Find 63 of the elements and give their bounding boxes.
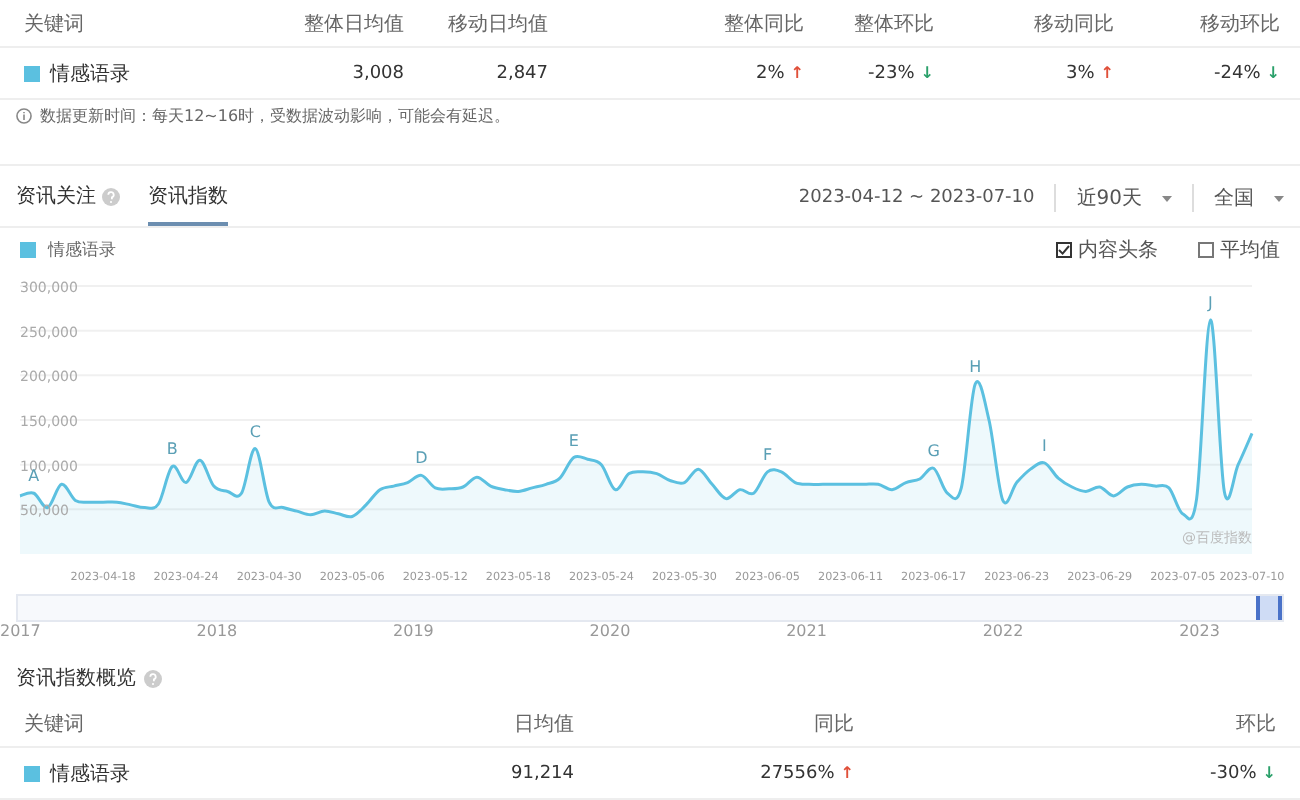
legend-label: 情感语录 — [48, 238, 116, 262]
year-label: 2022 — [982, 621, 1024, 644]
table-cell: -24% — [1214, 63, 1261, 83]
column-header: 关键词 — [24, 11, 86, 37]
trend-arrow: ↓ — [1266, 64, 1280, 82]
year-label: 2021 — [786, 621, 827, 644]
event-marker: H — [969, 358, 982, 377]
trend-arrow: ↓ — [920, 64, 934, 82]
table-cell: 3,008 — [352, 63, 404, 83]
column-header: 日均值 — [512, 711, 574, 737]
checkbox[interactable] — [1056, 241, 1072, 258]
column-header: 同比 — [812, 711, 854, 737]
event-marker: J — [1208, 294, 1213, 313]
dropdown[interactable]: 全国 — [1192, 184, 1284, 213]
column-header: 整体环比 — [852, 11, 934, 37]
checkbox-label[interactable]: 平均值 — [1220, 235, 1280, 264]
column-header: 移动同比 — [1032, 11, 1114, 37]
tab[interactable]: 资讯指数 — [148, 182, 228, 211]
event-marker: F — [762, 446, 773, 465]
event-marker: I — [1042, 437, 1047, 456]
table-cell: 27556% — [760, 763, 835, 783]
event-marker: G — [927, 442, 940, 461]
column-header: 整体日均值 — [304, 11, 404, 37]
keyword-label: 情感语录 — [50, 61, 130, 87]
trend-arrow: ↑ — [790, 64, 804, 82]
table-cell: 2,847 — [496, 63, 548, 83]
year-label: 2023 — [1179, 621, 1220, 644]
range-handle[interactable] — [1256, 596, 1282, 620]
event-marker: D — [415, 449, 428, 468]
section-title: 资讯指数概览 — [16, 665, 136, 692]
event-marker: E — [568, 431, 579, 450]
column-header: 环比 — [1234, 711, 1276, 737]
column-header: 移动日均值 — [446, 11, 548, 37]
year-label: 2020 — [589, 621, 631, 644]
check-icon — [1058, 243, 1070, 256]
update-note: 数据更新时间：每天12~16时，受数据波动影响，可能会有延迟。 — [40, 105, 511, 128]
table-cell: 3% — [1066, 63, 1095, 83]
tab[interactable]: 资讯关注 — [16, 182, 96, 211]
column-header: 整体同比 — [722, 11, 804, 37]
info-icon — [16, 108, 32, 124]
time-range-slider[interactable] — [16, 594, 1284, 622]
table-cell: -23% — [868, 63, 915, 83]
table-cell: -30% — [1210, 763, 1257, 783]
year-label: 2018 — [196, 621, 238, 644]
date-range[interactable]: 2023-04-12 ~ 2023-07-10 — [798, 188, 1035, 209]
event-marker: C — [249, 422, 261, 441]
column-header: 移动环比 — [1198, 11, 1280, 37]
caret-icon — [1162, 195, 1172, 202]
caret-icon — [1274, 195, 1284, 202]
table-cell: 91,214 — [511, 763, 574, 783]
dropdown[interactable]: 近90天 — [1054, 184, 1172, 213]
table-cell: 2% — [756, 63, 785, 83]
column-header: 关键词 — [24, 711, 86, 737]
trend-arrow: ↑ — [1100, 64, 1114, 82]
keyword-label: 情感语录 — [50, 761, 130, 787]
event-marker: B — [166, 440, 178, 459]
event-marker: A — [28, 467, 40, 486]
trend-arrow: ↑ — [840, 764, 854, 782]
year-label: 2019 — [393, 621, 434, 644]
checkbox[interactable] — [1198, 241, 1214, 258]
trend-arrow: ↓ — [1262, 764, 1276, 782]
year-label: 2017 — [0, 621, 41, 644]
checkbox-label[interactable]: 内容头条 — [1078, 235, 1158, 264]
